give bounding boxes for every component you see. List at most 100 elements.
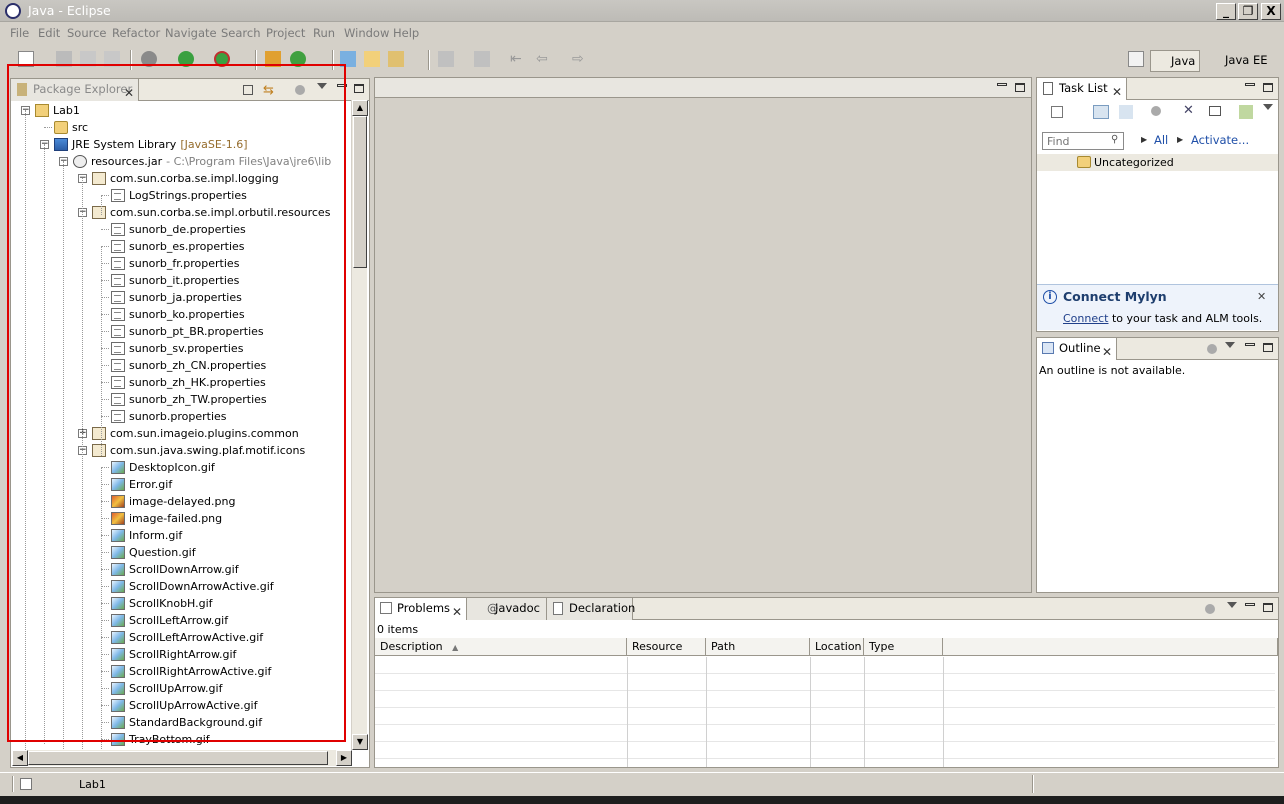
category-row[interactable]: Uncategorized [1037,154,1278,171]
tab-task-list-label: Task List [1059,81,1108,95]
view-menu-icon[interactable] [1263,104,1273,110]
tab-javadoc[interactable]: @ Javadoc [467,598,547,620]
menu-search[interactable]: Search [221,26,261,40]
menu-help[interactable]: Help [393,26,419,40]
synchronize-icon[interactable] [1239,105,1253,119]
table-column-divider [627,657,628,767]
perspective-java-ee[interactable]: Java EE [1205,50,1275,72]
problems-table: Description ▲ Resource Path Location Typ… [375,638,1278,767]
maximize-view-icon[interactable] [1263,83,1273,92]
activate-link[interactable]: Activate... [1191,133,1249,147]
focus-icon[interactable] [1151,106,1161,116]
scroll-down-arrow-icon[interactable]: ▼ [352,734,368,750]
mylyn-text: to your task and ALM tools. [1108,312,1263,325]
previous-annotation-icon[interactable] [474,51,490,67]
open-folder-icon[interactable] [364,51,380,67]
maximize-view-icon[interactable] [1263,603,1273,612]
menu-run[interactable]: Run [313,26,335,40]
close-icon[interactable]: ✕ [1257,290,1266,303]
search-icon: ⚲ [1111,134,1119,145]
maximize-editor-icon[interactable] [1015,83,1025,92]
minimize-view-icon[interactable] [1245,603,1255,606]
maximize-view-icon[interactable] [1263,343,1273,352]
close-button[interactable]: X [1261,3,1281,20]
menu-edit[interactable]: Edit [38,26,60,40]
tab-outline-label: Outline [1059,341,1101,355]
table-row [375,657,1275,674]
tab-declaration[interactable]: Declaration [547,598,636,620]
editor-header [375,78,1031,98]
connect-link[interactable]: Connect [1063,312,1108,325]
info-icon: i [1043,290,1057,304]
column-description[interactable]: Description ▲ [375,638,627,656]
table-column-divider [706,657,707,767]
horizontal-scroll-thumb[interactable] [28,751,328,765]
task-list-toolbar: ✕ [1037,100,1278,126]
forward-icon[interactable]: ⇨ [572,51,588,67]
close-icon[interactable]: ✕ [1102,342,1112,363]
next-annotation-icon[interactable] [438,51,454,67]
task-find-bar: ⚲ ▶ All ▶ Activate... [1037,126,1278,154]
perspective-java-label: Java [1171,54,1196,68]
column-location[interactable]: Location [810,638,864,656]
view-menu-icon[interactable] [1227,602,1237,608]
tab-task-list[interactable]: Task List ✕ [1037,78,1127,100]
vertical-scrollbar[interactable]: ▲ ▼ [351,100,368,750]
perspective-java[interactable]: Java [1150,50,1200,72]
minimize-view-icon[interactable] [1245,83,1255,86]
minimize-editor-icon[interactable] [997,83,1007,86]
outline-icon [1042,342,1054,354]
table-row [375,725,1275,742]
sort-ascending-icon: ▲ [452,643,459,652]
horizontal-scrollbar[interactable]: ◀ ▶ [12,750,352,766]
scroll-right-arrow-icon[interactable]: ▶ [336,750,352,766]
category-label: Uncategorized [1094,156,1174,169]
status-separator [12,776,14,792]
highlight-box [7,64,346,742]
menu-source[interactable]: Source [67,26,107,40]
categorized-icon[interactable] [1093,105,1109,119]
table-column-divider [864,657,865,767]
view-menu-icon[interactable] [1225,342,1235,348]
menu-window[interactable]: Window [344,26,389,40]
back-icon[interactable]: ⇦ [536,51,552,67]
close-icon[interactable]: ✕ [452,602,462,623]
table-row [375,674,1275,691]
table-row [375,759,1275,767]
connect-mylyn-panel: i Connect Mylyn ✕ Connect to your task a… [1037,284,1278,330]
vertical-scroll-thumb[interactable] [353,116,367,268]
problems-icon [380,602,392,614]
scroll-left-arrow-icon[interactable]: ◀ [12,750,28,766]
tab-outline[interactable]: Outline ✕ [1037,338,1117,360]
last-edit-icon[interactable]: ⇤ [510,51,526,67]
outline-header: Outline ✕ [1037,338,1278,360]
menu-navigate[interactable]: Navigate [165,26,217,40]
minimize-view-icon[interactable] [1245,343,1255,346]
column-type[interactable]: Type [864,638,943,656]
menu-refactor[interactable]: Refactor [112,26,160,40]
table-column-divider [810,657,811,767]
tab-declaration-label: Declaration [569,601,636,615]
minimize-button[interactable]: _ [1216,3,1236,20]
restore-button[interactable]: ❐ [1238,3,1258,20]
table-row [375,708,1275,725]
column-resource[interactable]: Resource [627,638,706,656]
open-perspective-icon[interactable] [1128,51,1144,67]
eclipse-logo-icon [5,3,21,19]
menu-file[interactable]: File [10,26,29,40]
maximize-view-icon[interactable] [354,84,364,93]
filter-icon[interactable] [1207,344,1217,354]
scroll-up-arrow-icon[interactable]: ▲ [352,100,368,116]
scheduled-icon[interactable] [1119,105,1133,119]
tab-problems[interactable]: Problems ✕ [375,598,467,620]
new-task-icon[interactable] [1051,106,1063,118]
search-icon[interactable] [388,51,404,67]
all-link[interactable]: All [1154,133,1168,147]
collapse-all-icon[interactable] [1209,106,1221,116]
filter-icon[interactable] [1205,604,1215,614]
column-path[interactable]: Path [706,638,810,656]
fast-view-icon[interactable] [20,778,32,790]
menu-project[interactable]: Project [266,26,305,40]
tab-problems-label: Problems [397,601,451,615]
hide-completed-icon[interactable]: ✕ [1183,103,1194,118]
